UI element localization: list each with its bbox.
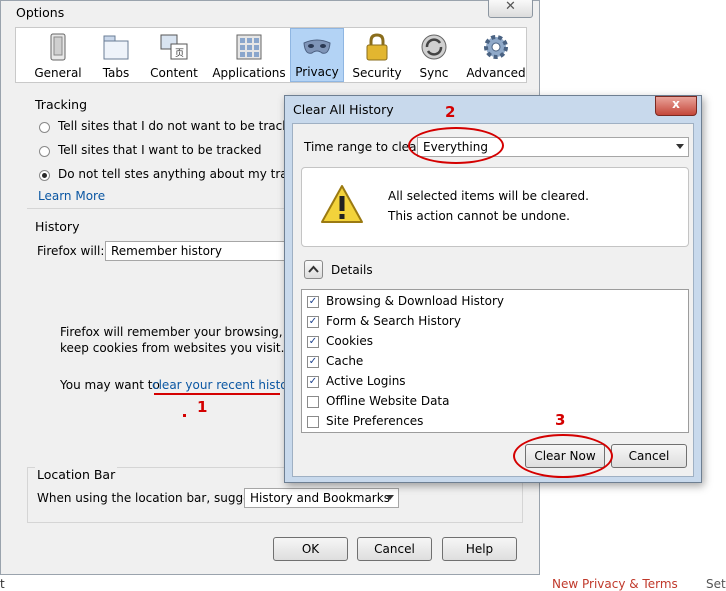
chevron-down-icon [386,495,394,500]
preferences-tab-strip: General Tabs 页 Content Applications Priv… [15,27,527,83]
background-text-fragment: t [0,577,5,591]
item-label: Offline Website Data [326,394,450,408]
location-bar-group-label: Location Bar [35,467,118,482]
clear-recent-history-link[interactable]: clear your recent history, [152,378,303,392]
item-label: Browsing & Download History [326,294,505,308]
annotation-underline [154,393,280,395]
item-label: Form & Search History [326,314,461,328]
item-label: Active Logins [326,374,406,388]
tab-content[interactable]: 页 Content [146,28,202,82]
background-link-privacy-terms[interactable]: New Privacy & Terms [552,577,678,591]
may-want-text: You may want to [60,378,160,392]
history-mode-select[interactable]: Remember history [105,241,305,261]
checkbox-browsing-download-history[interactable]: ✓ [307,296,319,308]
checkbox-site-preferences[interactable] [307,416,319,428]
details-toggle-button[interactable] [304,260,323,279]
checkbox-active-logins[interactable]: ✓ [307,376,319,388]
radio-label-no-preference: Do not tell stes anything about my track… [58,167,320,181]
item-label: Cache [326,354,364,368]
tab-applications[interactable]: Applications [210,28,288,82]
location-bar-suggest-label: When using the location bar, suggest: [37,491,266,505]
tab-privacy[interactable]: Privacy [290,28,344,82]
history-description-line2: keep cookies from websites you visit. [60,341,285,355]
checkbox-cache[interactable]: ✓ [307,356,319,368]
background-text-set: Set [706,577,726,591]
cancel-button[interactable]: Cancel [357,537,432,561]
history-description-line1: Firefox will remember your browsing, dow… [60,325,319,339]
history-group-label: History [35,219,80,234]
privacy-mask-icon [303,39,331,54]
annotation-number-3: 3 [555,411,566,429]
dialog-body: Time range to clear: Everything All sele… [292,123,694,477]
radio-label-do-not-track: Tell sites that I do not want to be trac… [58,119,304,133]
annotation-number-2: 2 [445,103,456,121]
sync-icon [421,34,447,60]
location-bar-suggest-select[interactable]: History and Bookmarks [244,488,399,508]
tab-tabs[interactable]: Tabs [94,28,138,82]
warning-line2: This action cannot be undone. [388,209,570,223]
radio-label-want-track: Tell sites that I want to be tracked [58,143,262,157]
tab-general[interactable]: General [34,28,82,82]
annotation-ellipse-time-range [408,127,504,164]
checkbox-form-search-history[interactable]: ✓ [307,316,319,328]
padlock-icon [366,33,388,61]
time-range-label: Time range to clear: [304,140,426,154]
warning-icon [321,185,363,223]
warning-line1: All selected items will be cleared. [388,189,589,203]
item-label: Site Preferences [326,414,424,428]
details-checklist: ✓ Browsing & Download History ✓ Form & S… [301,289,689,433]
dialog-close-button[interactable]: x [655,96,697,116]
general-icon [50,33,66,61]
tab-sync[interactable]: Sync [412,28,456,82]
annotation-dot [183,414,186,417]
warning-panel: All selected items will be cleared. This… [301,167,689,247]
radio-no-preference[interactable] [39,170,50,181]
item-label: Cookies [326,334,373,348]
tab-advanced[interactable]: Advanced [466,28,526,82]
window-title: Options [16,5,65,20]
close-button[interactable]: ✕ [488,0,533,18]
chevron-up-icon [308,265,319,273]
firefox-will-label: Firefox will: [37,244,105,258]
gear-icon [484,35,508,59]
annotation-number-1: 1 [197,398,208,416]
checkbox-offline-website-data[interactable] [307,396,319,408]
content-icon: 页 [160,34,188,60]
help-button[interactable]: Help [442,537,517,561]
dialog-cancel-button[interactable]: Cancel [611,444,687,468]
svg-text:页: 页 [175,48,184,59]
checkbox-cookies[interactable]: ✓ [307,336,319,348]
annotation-ellipse-clear-now [513,434,613,478]
dialog-title: Clear All History [293,102,394,117]
details-label: Details [331,263,373,277]
chevron-down-icon [676,144,684,149]
radio-want-track[interactable] [39,146,50,157]
ok-button[interactable]: OK [273,537,348,561]
radio-do-not-track[interactable] [39,122,50,133]
tab-security[interactable]: Security [350,28,404,82]
tabs-icon [103,35,129,60]
applications-icon [236,34,262,60]
learn-more-link[interactable]: Learn More [38,189,105,203]
